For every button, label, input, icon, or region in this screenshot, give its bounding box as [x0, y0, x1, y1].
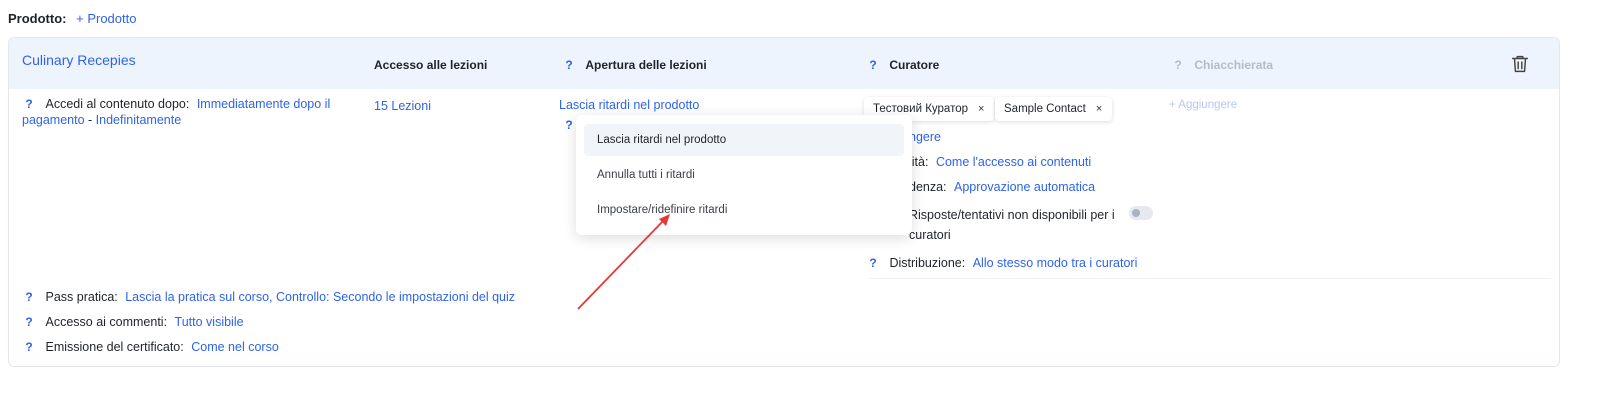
add-curator-link[interactable]: ngere — [909, 130, 941, 144]
access-after-row-2: pagamento - Indefinitamente — [22, 113, 181, 127]
practice-row: ? Pass pratica: Lascia la pratica sul co… — [22, 290, 515, 304]
help-icon[interactable]: ? — [1171, 58, 1185, 72]
dropdown-option-keep-delays[interactable]: Lascia ritardi nel prodotto — [584, 124, 904, 156]
comments-label: Accesso ai commenti: — [45, 315, 168, 329]
comments-value[interactable]: Tutto visibile — [175, 315, 244, 329]
add-product-link[interactable]: + Prodotto — [76, 11, 136, 26]
precedence-row: denza: Approvazione automatica — [909, 180, 1095, 194]
opening-dropdown-menu: Lascia ritardi nel prodotto Annulla tutt… — [576, 115, 912, 235]
access-separator: - — [84, 113, 96, 127]
curator-tag: Sample Contact × — [995, 97, 1113, 121]
certificate-label: Emissione del certificato: — [45, 340, 184, 354]
comments-row: ? Accesso ai commenti: Tutto visibile — [22, 315, 244, 329]
toggle-knob — [1132, 209, 1140, 217]
product-header: Prodotto: + Prodotto — [8, 11, 136, 26]
dropdown-option-set-delays[interactable]: Impostare/ridefinire ritardi — [584, 194, 904, 226]
modality-value[interactable]: Come l'accesso ai contenuti — [936, 155, 1091, 169]
certificate-value[interactable]: Come nel corso — [191, 340, 279, 354]
product-label: Prodotto: — [8, 11, 67, 26]
trash-icon[interactable] — [1509, 53, 1531, 75]
column-header-chat-label: Chiacchierata — [1194, 58, 1274, 72]
column-header-opening: ? Apertura delle lezioni — [562, 58, 707, 72]
divider — [869, 278, 1551, 279]
distribution-row: ? Distribuzione: Allo stesso modo tra i … — [866, 256, 1137, 270]
practice-label: Pass pratica: — [45, 290, 118, 304]
column-header-chat: ? Chiacchierata — [1171, 58, 1273, 72]
column-header-access: Accesso alle lezioni — [374, 58, 488, 72]
access-after-row: ? Accedi al contenuto dopo: Immediatamen… — [22, 97, 330, 111]
help-icon[interactable]: ? — [866, 58, 880, 72]
certificate-row: ? Emissione del certificato: Come nel co… — [22, 340, 279, 354]
distribution-value[interactable]: Allo stesso modo tra i curatori — [973, 256, 1138, 270]
help-icon[interactable]: ? — [562, 58, 576, 72]
precedence-label: denza: — [909, 180, 947, 194]
help-icon[interactable]: ? — [562, 118, 576, 132]
product-title-link[interactable]: Culinary Recepies — [22, 52, 136, 68]
help-icon[interactable]: ? — [22, 97, 36, 111]
access-after-value[interactable]: Immediatamente dopo il — [197, 97, 330, 111]
chat-add-link[interactable]: + Aggiungere — [1169, 99, 1237, 111]
lessons-link[interactable]: 15 Lezioni — [374, 99, 431, 113]
access-after-value-cont[interactable]: pagamento — [22, 113, 85, 127]
close-icon[interactable]: × — [978, 103, 984, 115]
curator-tag-label: Тестовий Куратор — [873, 103, 968, 115]
column-header-curator-label: Curatore — [889, 58, 940, 72]
column-header-curator: ? Curatore — [866, 58, 939, 72]
distribution-label: Distribuzione: — [889, 256, 966, 270]
help-icon[interactable]: ? — [866, 256, 880, 270]
access-after-label: Accedi al contenuto dopo: — [45, 97, 190, 111]
column-header-opening-label: Apertura delle lezioni — [585, 58, 707, 72]
opening-value-link[interactable]: Lascia ritardi nel prodotto — [559, 98, 699, 112]
answers-label-cont: curatori — [909, 228, 951, 242]
modality-row: lità: Come l'accesso ai contenuti — [909, 155, 1091, 169]
answers-toggle[interactable] — [1129, 206, 1153, 220]
access-duration-value[interactable]: Indefinitamente — [96, 113, 181, 127]
curator-tag-label: Sample Contact — [1004, 103, 1086, 115]
dropdown-option-cancel-delays[interactable]: Annulla tutti i ritardi — [584, 159, 904, 191]
help-icon[interactable]: ? — [22, 315, 36, 329]
precedence-value[interactable]: Approvazione automatica — [954, 180, 1095, 194]
help-icon[interactable]: ? — [22, 290, 36, 304]
close-icon[interactable]: × — [1096, 103, 1102, 115]
help-icon[interactable]: ? — [22, 340, 36, 354]
practice-value[interactable]: Lascia la pratica sul corso, Controllo: … — [125, 290, 515, 304]
card-header: Culinary Recepies Accesso alle lezioni ?… — [9, 38, 1559, 89]
opening-help: ? — [562, 118, 576, 132]
answers-label: Risposte/tentativi non disponibili per i — [909, 208, 1115, 222]
